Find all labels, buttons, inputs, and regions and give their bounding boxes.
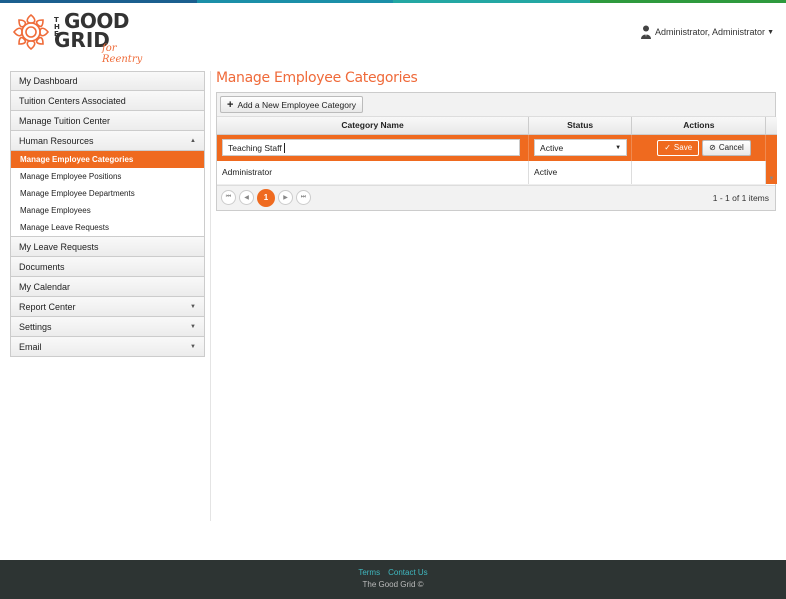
cell-status: Active: [528, 161, 633, 185]
sidebar-item-documents[interactable]: Documents: [10, 257, 205, 277]
column-header-actions: Actions: [631, 117, 767, 135]
chevron-up-icon: ▲: [190, 137, 196, 144]
user-name: Administrator, Administrator: [655, 27, 766, 37]
sidebar-item-settings[interactable]: Settings ▼: [10, 317, 205, 337]
save-button[interactable]: ✓ Save: [657, 139, 700, 156]
plus-icon: +: [227, 98, 234, 111]
main-content: Manage Employee Categories + Add a New E…: [216, 70, 777, 211]
category-name-value: Teaching Staff: [228, 142, 282, 153]
text-cursor: [283, 142, 285, 153]
sidebar-item-label: Email: [19, 341, 42, 352]
user-avatar-icon: [641, 25, 652, 39]
next-page-icon[interactable]: ▶: [278, 190, 293, 205]
header: THE GOOD GRID for Reentry Administrator,…: [0, 3, 786, 65]
status-dropdown-value: Active: [540, 142, 564, 153]
column-header-status[interactable]: Status: [528, 117, 633, 135]
sidebar-item-human-resources[interactable]: Human Resources ▲: [10, 131, 205, 151]
pager: ⏮ ◀ 1 ▶ ⏭ 1 - 1 of 1 items: [217, 184, 775, 210]
pager-info: 1 - 1 of 1 items: [712, 192, 769, 203]
sidebar-item-label: Documents: [19, 261, 65, 272]
sidebar-subitem-manage-employee-positions[interactable]: Manage Employee Positions: [10, 168, 205, 185]
cell-actions: [631, 161, 767, 185]
sidebar-item-manage-tuition-center[interactable]: Manage Tuition Center: [10, 111, 205, 131]
table-row-editing: Teaching Staff Active ▼ ✓Save ⊘Cancel: [217, 134, 777, 184]
grid-toolbar: + Add a New Employee Category: [217, 93, 775, 117]
scroll-down-icon[interactable]: ▼: [768, 176, 774, 182]
cancel-button[interactable]: ⊘ Cancel: [702, 139, 751, 156]
categories-grid: + Add a New Employee Category Category N…: [216, 92, 777, 211]
sidebar-subitem-manage-employee-departments[interactable]: Manage Employee Departments: [10, 185, 205, 202]
sidebar-subitem-manage-leave-requests[interactable]: Manage Leave Requests: [10, 219, 205, 236]
sidebar-item-email[interactable]: Email ▼: [10, 337, 205, 357]
vertical-scrollbar[interactable]: ▼: [765, 134, 777, 184]
last-page-icon[interactable]: ⏭: [296, 190, 311, 205]
sidebar-item-label: Manage Tuition Center: [19, 115, 111, 126]
logo-tagline: for Reentry: [102, 43, 143, 65]
sidebar-item-label: My Leave Requests: [19, 241, 99, 252]
sidebar-item-label: My Dashboard: [19, 76, 78, 86]
table-header-row: Category Name Status Actions: [217, 117, 777, 135]
save-label: Save: [673, 143, 693, 153]
terms-link[interactable]: Terms: [358, 568, 380, 577]
chevron-down-icon: ▼: [615, 144, 622, 151]
sidebar-item-my-dashboard[interactable]: My Dashboard: [10, 71, 205, 91]
sidebar-item-label: Tuition Centers Associated: [19, 95, 126, 106]
sidebar-item-label: Human Resources: [19, 135, 94, 146]
contact-us-link[interactable]: Contact Us: [388, 568, 428, 577]
prev-page-icon[interactable]: ◀: [239, 190, 254, 205]
sidebar-item-my-calendar[interactable]: My Calendar: [10, 277, 205, 297]
edit-cell-status: Active ▼: [528, 134, 633, 161]
sidebar-item-my-leave-requests[interactable]: My Leave Requests: [10, 237, 205, 257]
sidebar-item-label: My Calendar: [19, 281, 71, 292]
current-page-button[interactable]: 1: [257, 188, 275, 207]
chevron-down-icon: ▼: [190, 343, 196, 350]
logo[interactable]: THE GOOD GRID for Reentry: [10, 9, 150, 65]
chevron-down-icon: ▼: [767, 28, 774, 36]
flower-logo-icon: [12, 13, 50, 51]
page-title: Manage Employee Categories: [216, 70, 418, 86]
cancel-label: Cancel: [718, 143, 744, 153]
column-header-category-name[interactable]: Category Name: [217, 117, 530, 135]
edit-cell-actions: ✓ Save ⊘ Cancel: [631, 134, 767, 161]
first-page-icon[interactable]: ⏮: [221, 190, 236, 205]
checkmark-icon: ✓: [664, 143, 671, 153]
human-resources-submenu: Manage Employee Categories Manage Employ…: [10, 151, 205, 237]
cell-category-name: Administrator: [217, 161, 530, 185]
categories-table: Category Name Status Actions Teaching St…: [217, 117, 777, 185]
sidebar-divider: [210, 71, 211, 521]
footer: Terms Contact Us The Good Grid ©: [0, 560, 786, 599]
sidebar-item-tuition-centers-associated[interactable]: Tuition Centers Associated: [10, 91, 205, 111]
add-category-button[interactable]: + Add a New Employee Category: [220, 96, 364, 113]
sidebar-item-report-center[interactable]: Report Center ▼: [10, 297, 205, 317]
scrollbar-header: [765, 117, 777, 135]
pager-buttons: ⏮ ◀ 1 ▶ ⏭: [221, 188, 311, 207]
add-category-label: Add a New Employee Category: [237, 99, 357, 110]
footer-links: Terms Contact Us: [0, 568, 786, 577]
sidebar-subitem-manage-employees[interactable]: Manage Employees: [10, 202, 205, 219]
category-name-input[interactable]: Teaching Staff: [222, 139, 520, 157]
sidebar: My Dashboard Tuition Centers Associated …: [10, 71, 205, 357]
status-dropdown[interactable]: Active ▼: [534, 139, 628, 157]
table-row[interactable]: Administrator Active: [217, 161, 777, 185]
sidebar-item-label: Settings: [19, 321, 52, 332]
copyright: The Good Grid ©: [362, 580, 424, 589]
chevron-down-icon: ▼: [190, 303, 196, 310]
cancel-icon: ⊘: [709, 143, 716, 153]
sidebar-item-label: Report Center: [19, 301, 76, 312]
row-actions: ✓ Save ⊘ Cancel: [637, 139, 765, 156]
chevron-down-icon: ▼: [190, 323, 196, 330]
edit-cell-category: Teaching Staff: [217, 134, 530, 161]
user-menu[interactable]: Administrator, Administrator ▼: [641, 25, 774, 39]
sidebar-subitem-manage-employee-categories[interactable]: Manage Employee Categories: [10, 151, 205, 168]
